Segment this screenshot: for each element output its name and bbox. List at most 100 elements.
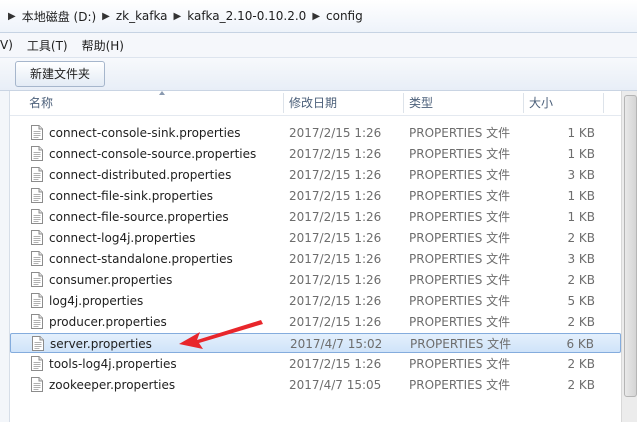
- file-type: PROPERTIES 文件: [409, 126, 511, 140]
- file-name[interactable]: connect-file-sink.properties: [49, 188, 213, 204]
- document-icon: [32, 336, 44, 351]
- file-modified-date: 2017/2/15 1:26: [289, 231, 382, 245]
- file-modified-date: 2017/2/15 1:26: [289, 126, 382, 140]
- column-divider[interactable]: [523, 93, 524, 113]
- file-type: PROPERTIES 文件: [409, 168, 511, 182]
- chevron-right-icon[interactable]: ▶: [174, 11, 182, 22]
- document-icon: [31, 377, 43, 392]
- file-type: PROPERTIES 文件: [409, 189, 511, 203]
- column-header-type[interactable]: 类型: [409, 91, 433, 115]
- document-icon: [31, 209, 43, 224]
- file-row[interactable]: consumer.properties 2017/2/15 1:26 PROPERT…: [10, 270, 621, 290]
- file-size: 6 KB: [566, 337, 594, 351]
- file-name[interactable]: connect-standalone.properties: [49, 251, 233, 267]
- document-icon: [31, 272, 43, 287]
- file-type: PROPERTIES 文件: [409, 231, 511, 245]
- file-name[interactable]: zookeeper.properties: [49, 377, 175, 393]
- menu-view[interactable]: V): [0, 38, 13, 52]
- navigation-pane[interactable]: [0, 91, 10, 422]
- document-icon: [31, 356, 43, 371]
- file-name[interactable]: connect-log4j.properties: [49, 230, 195, 246]
- file-modified-date: 2017/4/7 15:02: [290, 337, 383, 351]
- document-icon: [31, 293, 43, 308]
- file-row[interactable]: tools-log4j.properties 2017/2/15 1:26 PROP…: [10, 354, 621, 374]
- file-type: PROPERTIES 文件: [409, 147, 511, 161]
- file-modified-date: 2017/2/15 1:26: [289, 189, 382, 203]
- vertical-scrollbar[interactable]: [621, 91, 637, 422]
- document-icon: [31, 251, 43, 266]
- column-divider[interactable]: [603, 93, 604, 113]
- column-header-row: 名称 修改日期 类型 大小: [10, 91, 621, 116]
- document-icon: [31, 167, 43, 182]
- file-type: PROPERTIES 文件: [409, 252, 511, 266]
- file-modified-date: 2017/2/15 1:26: [289, 252, 382, 266]
- annotation-arrow-icon: [179, 320, 263, 349]
- file-modified-date: 2017/2/15 1:26: [289, 210, 382, 224]
- file-type: PROPERTIES 文件: [410, 337, 512, 351]
- menu-help[interactable]: 帮助(H): [82, 37, 124, 54]
- file-modified-date: 2017/2/15 1:26: [289, 315, 382, 329]
- file-name[interactable]: connect-console-source.properties: [49, 146, 256, 162]
- file-row[interactable]: connect-distributed.properties 2017/2/15 …: [10, 165, 621, 185]
- file-name[interactable]: connect-distributed.properties: [49, 167, 231, 183]
- command-bar: 新建文件夹: [0, 58, 637, 91]
- file-size: 3 KB: [567, 252, 595, 266]
- document-icon: [31, 314, 43, 329]
- file-row[interactable]: connect-file-source.properties 2017/2/15 …: [10, 207, 621, 227]
- file-name[interactable]: consumer.properties: [49, 272, 172, 288]
- new-folder-button[interactable]: 新建文件夹: [15, 61, 105, 87]
- file-size: 5 KB: [567, 294, 595, 308]
- column-header-date[interactable]: 修改日期: [289, 91, 337, 115]
- column-divider[interactable]: [283, 93, 284, 113]
- chevron-right-icon[interactable]: ▶: [8, 11, 16, 22]
- file-modified-date: 2017/2/15 1:26: [289, 168, 382, 182]
- breadcrumb-kafka-dir[interactable]: kafka_2.10-0.10.2.0: [187, 9, 306, 23]
- file-size: 2 KB: [567, 273, 595, 287]
- file-row[interactable]: producer.properties 2017/2/15 1:26 PROPERT…: [10, 312, 621, 332]
- breadcrumb-drive[interactable]: 本地磁盘 (D:): [22, 8, 96, 25]
- document-icon: [31, 146, 43, 161]
- file-name[interactable]: connect-file-source.properties: [49, 209, 229, 225]
- file-type: PROPERTIES 文件: [409, 273, 511, 287]
- file-row[interactable]: zookeeper.properties 2017/4/7 15:05 PROPER…: [10, 375, 621, 395]
- document-icon: [31, 230, 43, 245]
- file-type: PROPERTIES 文件: [409, 378, 511, 392]
- file-name[interactable]: server.properties: [50, 336, 152, 352]
- file-name[interactable]: connect-console-sink.properties: [49, 125, 241, 141]
- file-name[interactable]: tools-log4j.properties: [49, 356, 177, 372]
- file-row[interactable]: connect-console-source.properties 2017/2/…: [10, 144, 621, 164]
- file-size: 1 KB: [567, 126, 595, 140]
- document-icon: [31, 188, 43, 203]
- file-modified-date: 2017/4/7 15:05: [289, 378, 382, 392]
- file-modified-date: 2017/2/15 1:26: [289, 294, 382, 308]
- file-size: 2 KB: [567, 315, 595, 329]
- scrollbar-thumb[interactable]: [624, 95, 637, 397]
- breadcrumb-zk-kafka[interactable]: zk_kafka: [116, 9, 168, 23]
- file-row[interactable]: connect-log4j.properties 2017/2/15 1:26 PR…: [10, 228, 621, 248]
- file-row[interactable]: server.properties 2017/4/7 15:02 PROPERTIE…: [10, 333, 621, 353]
- file-row[interactable]: log4j.properties 2017/2/15 1:26 PROPERTIES…: [10, 291, 621, 311]
- file-row[interactable]: connect-console-sink.properties 2017/2/15…: [10, 123, 621, 143]
- sort-ascending-icon: [159, 91, 165, 95]
- file-size: 2 KB: [567, 231, 595, 245]
- file-name[interactable]: log4j.properties: [49, 293, 143, 309]
- menu-tools[interactable]: 工具(T): [27, 37, 68, 54]
- menu-bar: V) 工具(T) 帮助(H): [0, 33, 637, 58]
- column-divider[interactable]: [403, 93, 404, 113]
- column-header-size[interactable]: 大小: [529, 91, 553, 115]
- file-size: 3 KB: [567, 168, 595, 182]
- breadcrumb-config[interactable]: config: [326, 9, 363, 23]
- file-type: PROPERTIES 文件: [409, 315, 511, 329]
- file-row[interactable]: connect-file-sink.properties 2017/2/15 1:…: [10, 186, 621, 206]
- file-modified-date: 2017/2/15 1:26: [289, 273, 382, 287]
- file-row[interactable]: connect-standalone.properties 2017/2/15 1…: [10, 249, 621, 269]
- file-size: 2 KB: [567, 378, 595, 392]
- file-name[interactable]: producer.properties: [49, 314, 167, 330]
- file-modified-date: 2017/2/15 1:26: [289, 357, 382, 371]
- file-size: 1 KB: [567, 147, 595, 161]
- address-bar[interactable]: ▶ 本地磁盘 (D:) ▶ zk_kafka ▶ kafka_2.10-0.10…: [0, 0, 637, 33]
- chevron-right-icon[interactable]: ▶: [312, 11, 320, 22]
- chevron-right-icon[interactable]: ▶: [102, 11, 110, 22]
- file-type: PROPERTIES 文件: [409, 357, 511, 371]
- column-header-name[interactable]: 名称: [29, 91, 53, 115]
